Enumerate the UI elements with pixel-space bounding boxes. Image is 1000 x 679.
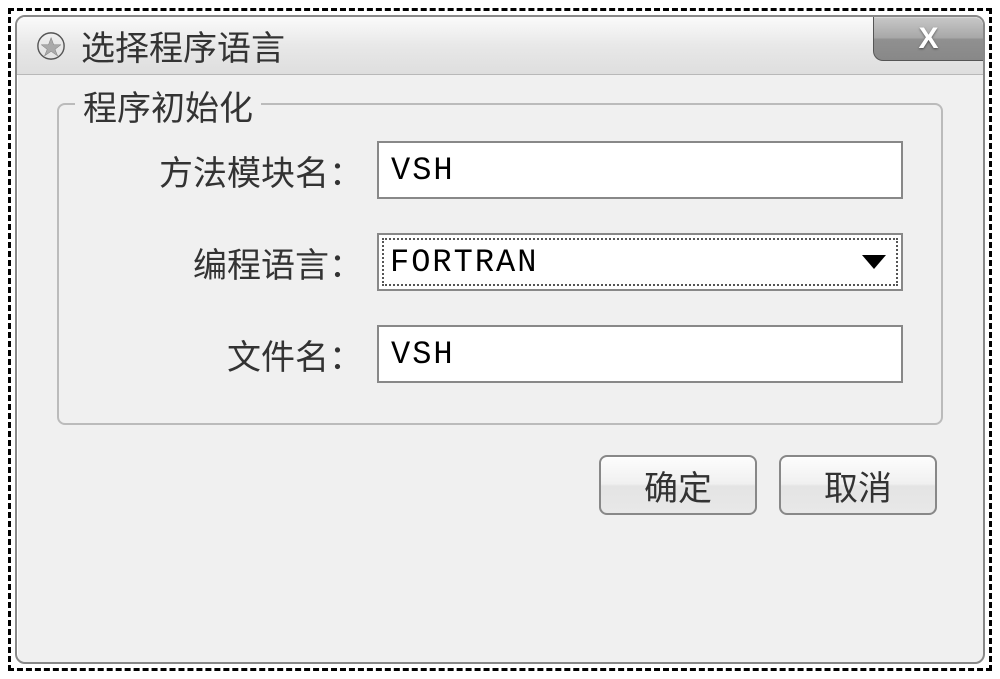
method-module-input[interactable] xyxy=(377,141,903,199)
method-module-row: 方法模块名： xyxy=(97,141,903,199)
cancel-button[interactable]: 取消 xyxy=(779,455,937,515)
programming-language-row: 编程语言： FORTRAN xyxy=(97,233,903,291)
file-name-row: 文件名： xyxy=(97,325,903,383)
content-area: 程序初始化 方法模块名： 编程语言： FORTRAN xyxy=(17,75,983,662)
file-name-input[interactable] xyxy=(377,325,903,383)
app-icon xyxy=(35,30,67,62)
button-row: 确定 取消 xyxy=(57,455,943,515)
programming-language-combo[interactable]: FORTRAN xyxy=(377,233,903,291)
close-icon: X xyxy=(918,22,938,56)
file-name-label: 文件名： xyxy=(97,330,377,379)
programming-language-value: FORTRAN xyxy=(390,244,538,281)
groupbox-legend: 程序初始化 xyxy=(75,81,261,130)
close-button[interactable]: X xyxy=(873,17,983,61)
ok-button[interactable]: 确定 xyxy=(599,455,757,515)
dialog-title: 选择程序语言 xyxy=(81,21,285,70)
titlebar[interactable]: 选择程序语言 X xyxy=(17,17,983,75)
programming-language-combo-wrapper: FORTRAN xyxy=(377,233,903,291)
method-module-label: 方法模块名： xyxy=(97,146,377,195)
init-groupbox: 程序初始化 方法模块名： 编程语言： FORTRAN xyxy=(57,103,943,425)
dialog-window: 选择程序语言 X 程序初始化 方法模块名： 编程语言： xyxy=(15,15,985,664)
selection-marquee: 选择程序语言 X 程序初始化 方法模块名： 编程语言： xyxy=(8,8,992,671)
chevron-down-icon xyxy=(862,255,886,269)
programming-language-label: 编程语言： xyxy=(97,238,377,287)
combo-focus-ring: FORTRAN xyxy=(382,238,898,286)
